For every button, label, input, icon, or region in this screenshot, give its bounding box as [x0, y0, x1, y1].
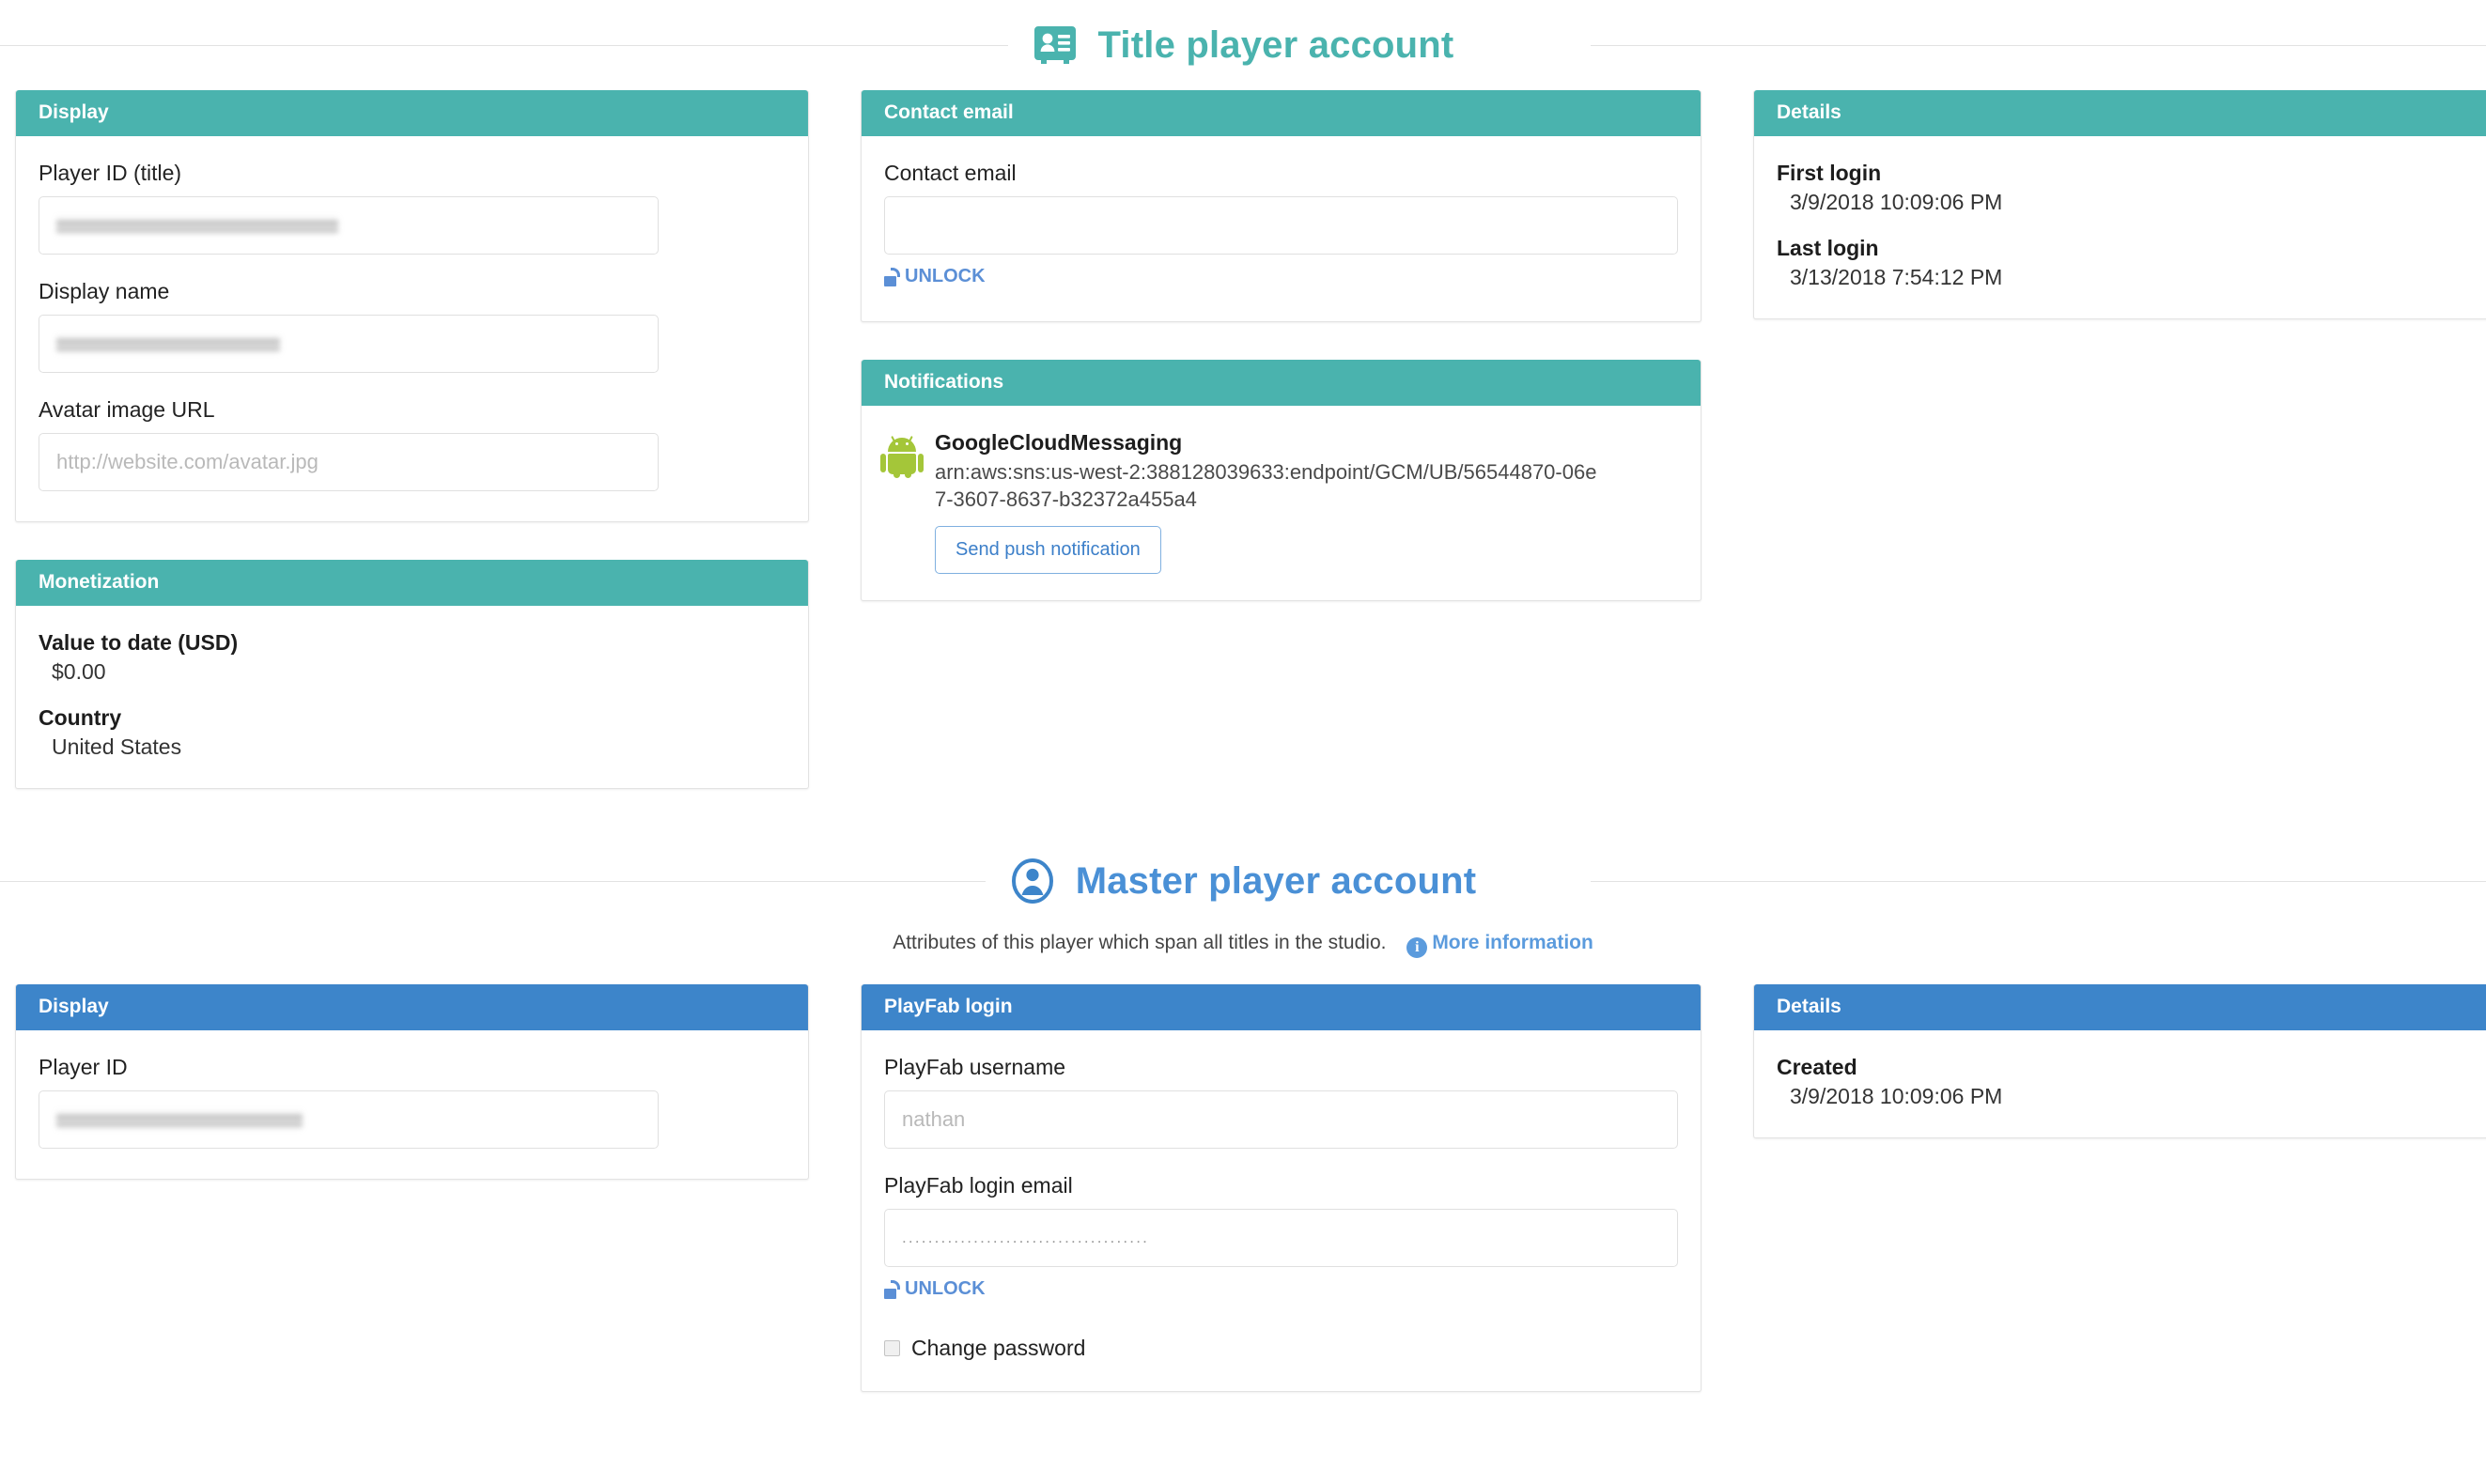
created-value: 3/9/2018 10:09:06 PM: [1777, 1084, 2486, 1109]
info-icon: i: [1406, 937, 1427, 958]
avatar-image-url-field: Avatar image URL http://website.com/avat…: [39, 397, 785, 491]
created-label: Created: [1777, 1055, 2486, 1080]
master-player-id-label: Player ID: [39, 1055, 785, 1080]
title-column-left: Display Player ID (title) Display name A…: [15, 90, 809, 827]
card-header-contact-email: Contact email: [862, 90, 1701, 136]
unlock-contact-email-label: UNLOCK: [905, 266, 986, 287]
more-information-label: More information: [1432, 932, 1593, 953]
country-value: United States: [39, 734, 785, 760]
display-name-field: Display name: [39, 279, 785, 373]
master-page-title: Master player account: [1076, 860, 1477, 903]
redacted-value: [56, 1109, 303, 1130]
contact-email-card: Contact email Contact email UNLOCK: [861, 90, 1701, 322]
card-header-display: Display: [16, 90, 808, 136]
unlock-contact-email-link[interactable]: UNLOCK: [884, 266, 986, 287]
playfab-username-field: PlayFab username nathan: [884, 1055, 1678, 1149]
title-column-middle: Contact email Contact email UNLOCK Notif…: [861, 90, 1701, 639]
first-login-value: 3/9/2018 10:09:06 PM: [1777, 190, 2486, 215]
master-account-note: Attributes of this player which span all…: [0, 932, 2486, 958]
last-login-label: Last login: [1777, 236, 2486, 261]
change-password-label: Change password: [911, 1336, 1085, 1361]
title-display-card: Display Player ID (title) Display name A…: [15, 90, 809, 522]
created-stat: Created 3/9/2018 10:09:06 PM: [1777, 1055, 2486, 1109]
player-id-title-label: Player ID (title): [39, 161, 785, 186]
master-player-id-input[interactable]: [39, 1090, 659, 1149]
unlock-playfab-email-link[interactable]: UNLOCK: [884, 1278, 986, 1300]
avatar-image-url-label: Avatar image URL: [39, 397, 785, 423]
master-column-right: Details Created 3/9/2018 10:09:06 PM: [1753, 984, 2486, 1176]
card-header-master-display: Display: [16, 984, 808, 1030]
player-id-title-input[interactable]: [39, 196, 659, 255]
playfab-username-placeholder: nathan: [902, 1107, 965, 1132]
title-player-account-header: Title player account: [0, 0, 2486, 90]
change-password-row[interactable]: Change password: [884, 1336, 1678, 1361]
master-details-card: Details Created 3/9/2018 10:09:06 PM: [1753, 984, 2486, 1138]
title-account-grid: Display Player ID (title) Display name A…: [0, 90, 2486, 827]
master-player-id-field: Player ID: [39, 1055, 785, 1149]
display-name-input[interactable]: [39, 315, 659, 373]
value-to-date-stat: Value to date (USD) $0.00: [39, 630, 785, 685]
contact-email-input[interactable]: [884, 196, 1678, 255]
monetization-card: Monetization Value to date (USD) $0.00 C…: [15, 560, 809, 789]
master-account-grid: Display Player ID PlayFab login PlayFab …: [0, 984, 2486, 1430]
divider-rule-right: [1591, 45, 2486, 46]
redacted-value: [56, 215, 338, 236]
first-login-stat: First login 3/9/2018 10:09:06 PM: [1777, 161, 2486, 215]
master-column-middle: PlayFab login PlayFab username nathan Pl…: [861, 984, 1701, 1430]
playfab-login-email-input[interactable]: ......................................: [884, 1209, 1678, 1267]
avatar-image-url-placeholder: http://website.com/avatar.jpg: [56, 450, 319, 474]
user-circle-icon: [1010, 858, 1055, 904]
android-icon: [884, 436, 920, 477]
unlock-icon: [884, 268, 901, 286]
playfab-username-input[interactable]: nathan: [884, 1090, 1678, 1149]
notification-platform-name: GoogleCloudMessaging: [935, 430, 1678, 456]
avatar-image-url-input[interactable]: http://website.com/avatar.jpg: [39, 433, 659, 491]
country-stat: Country United States: [39, 705, 785, 760]
unlock-playfab-email-label: UNLOCK: [905, 1278, 986, 1300]
card-header-details: Details: [1754, 90, 2486, 136]
change-password-checkbox[interactable]: [884, 1340, 900, 1356]
value-to-date-label: Value to date (USD): [39, 630, 785, 656]
divider-rule-right: [1591, 881, 2486, 882]
master-player-account-header: Master player account: [0, 836, 2486, 926]
title-column-right: Details First login 3/9/2018 10:09:06 PM…: [1753, 90, 2486, 357]
card-header-master-details: Details: [1754, 984, 2486, 1030]
value-to-date-value: $0.00: [39, 659, 785, 685]
country-label: Country: [39, 705, 785, 731]
notifications-card: Notifications GoogleCloudMessaging arn:a…: [861, 360, 1701, 601]
display-name-label: Display name: [39, 279, 785, 304]
card-header-notifications: Notifications: [862, 360, 1701, 406]
master-column-left: Display Player ID: [15, 984, 809, 1217]
master-account-note-text: Attributes of this player which span all…: [893, 932, 1386, 953]
first-login-label: First login: [1777, 161, 2486, 186]
player-id-title-field: Player ID (title): [39, 161, 785, 255]
redacted-value: [56, 333, 280, 354]
page-title: Title player account: [1098, 24, 1454, 67]
playfab-login-email-masked-value: ......................................: [902, 1229, 1149, 1247]
playfab-username-label: PlayFab username: [884, 1055, 1678, 1080]
playfab-login-email-label: PlayFab login email: [884, 1173, 1678, 1198]
unlock-icon: [884, 1280, 901, 1299]
card-header-monetization: Monetization: [16, 560, 808, 606]
title-details-card: Details First login 3/9/2018 10:09:06 PM…: [1753, 90, 2486, 319]
playfab-login-card: PlayFab login PlayFab username nathan Pl…: [861, 984, 1701, 1392]
last-login-value: 3/13/2018 7:54:12 PM: [1777, 265, 2486, 290]
send-push-notification-button[interactable]: Send push notification: [935, 526, 1161, 574]
contact-email-field: Contact email UNLOCK: [884, 161, 1678, 291]
last-login-stat: Last login 3/13/2018 7:54:12 PM: [1777, 236, 2486, 290]
playfab-login-email-field: PlayFab login email ....................…: [884, 1173, 1678, 1361]
notification-endpoint-arn: arn:aws:sns:us-west-2:388128039633:endpo…: [935, 458, 1607, 513]
id-card-icon: [1033, 23, 1078, 68]
more-information-link[interactable]: iMore information: [1406, 932, 1593, 953]
contact-email-label: Contact email: [884, 161, 1678, 186]
card-header-playfab-login: PlayFab login: [862, 984, 1701, 1030]
master-display-card: Display Player ID: [15, 984, 809, 1180]
